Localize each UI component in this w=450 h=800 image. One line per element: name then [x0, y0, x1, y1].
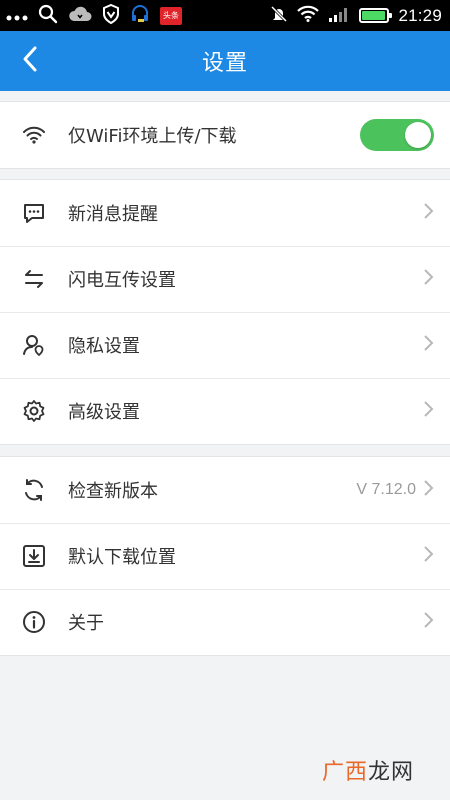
settings-section-network: 仅WiFi环境上传/下载	[0, 101, 450, 169]
wifi-icon	[297, 5, 320, 26]
news-app-icon: 头条	[160, 6, 182, 25]
gear-icon	[20, 397, 48, 425]
watermark-accent: 广西	[321, 760, 368, 785]
status-bar: 头条 21:29	[0, 0, 450, 31]
refresh-icon	[20, 476, 48, 504]
vpn-shield-icon	[102, 3, 120, 28]
wifi-icon	[20, 121, 48, 149]
advanced-settings-label: 高级设置	[68, 402, 140, 423]
cloud-icon	[68, 5, 92, 27]
chevron-right-icon	[422, 267, 434, 291]
signal-icon	[328, 6, 350, 26]
more-dots-icon	[6, 6, 28, 25]
chevron-left-icon	[22, 45, 38, 77]
chevron-right-icon	[422, 201, 434, 225]
settings-section-general: 新消息提醒 闪电互传设置 隐私设置 高级设置	[0, 179, 450, 445]
app-header: 设置	[0, 31, 450, 91]
privacy-settings-label: 隐私设置	[68, 336, 140, 357]
page-title: 设置	[201, 51, 248, 76]
chevron-right-icon	[422, 544, 434, 568]
watermark-rest: 龙网	[367, 760, 414, 785]
download-location-label: 默认下载位置	[68, 547, 176, 568]
chevron-right-icon	[422, 610, 434, 634]
status-time: 21:29	[398, 5, 442, 25]
settings-section-about: 检查新版本 V 7.12.0 默认下载位置 关于	[0, 456, 450, 656]
info-icon	[20, 608, 48, 636]
wifi-only-row[interactable]: 仅WiFi环境上传/下载	[0, 102, 450, 168]
advanced-settings-row[interactable]: 高级设置	[0, 378, 450, 444]
transfer-arrows-icon	[20, 265, 48, 293]
headset-icon	[130, 4, 150, 28]
chevron-right-icon	[422, 478, 434, 502]
privacy-user-icon	[20, 331, 48, 359]
download-location-row[interactable]: 默认下载位置	[0, 523, 450, 589]
lightning-transfer-row[interactable]: 闪电互传设置	[0, 246, 450, 312]
back-button[interactable]	[0, 31, 60, 91]
version-value: V 7.12.0	[356, 481, 416, 498]
watermark: 广西龙网	[322, 754, 414, 786]
about-label: 关于	[68, 613, 104, 634]
message-icon	[20, 199, 48, 227]
search-icon	[38, 4, 58, 28]
check-update-label: 检查新版本	[68, 481, 158, 502]
chevron-right-icon	[422, 399, 434, 423]
mute-icon	[270, 5, 288, 27]
chevron-right-icon	[422, 333, 434, 357]
about-row[interactable]: 关于	[0, 589, 450, 655]
new-message-alert-label: 新消息提醒	[68, 204, 158, 225]
wifi-only-label: 仅WiFi环境上传/下载	[68, 126, 237, 147]
check-update-row[interactable]: 检查新版本 V 7.12.0	[0, 457, 450, 523]
wifi-only-toggle[interactable]	[360, 119, 434, 151]
download-box-icon	[20, 542, 48, 570]
lightning-transfer-label: 闪电互传设置	[68, 270, 176, 291]
battery-icon	[359, 8, 393, 23]
new-message-alert-row[interactable]: 新消息提醒	[0, 180, 450, 246]
privacy-settings-row[interactable]: 隐私设置	[0, 312, 450, 378]
